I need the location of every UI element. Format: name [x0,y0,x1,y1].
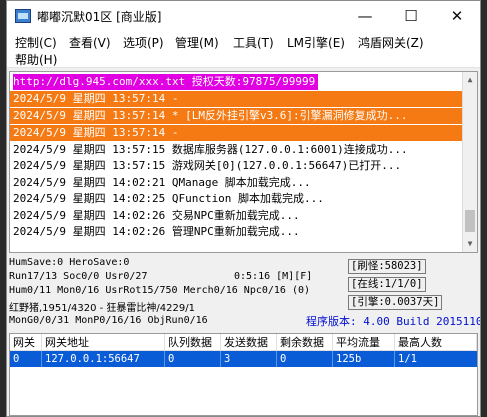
server-window: 嘟嘟沉默01区 [商业版] — ☐ ✕ 控制(C) 查看(V) 选项(P) 管理… [6,0,481,417]
log-line: 2024/5/9 星期四 13:57:15 数据库服务器(127.0.0.1:6… [13,143,408,156]
window-title: 嘟嘟沉默01区 [商业版] [37,10,162,24]
menu-options[interactable]: 选项(P) [123,34,164,51]
minimize-button[interactable]: — [342,1,388,31]
license-header: http://dlg.945.com/xxx.txt 授权天数:97875/99… [13,74,319,90]
scroll-thumb[interactable] [465,210,475,232]
log-line-highlight: 2024/5/9 星期四 13:57:14 - [13,92,179,105]
log-line: 2024/5/9 星期四 14:02:25 QFunction 脚本加载完成..… [13,192,324,205]
menu-view[interactable]: 查看(V) [69,34,111,51]
scroll-down-icon[interactable]: ▼ [463,236,477,252]
table-cell: 125b [333,351,395,367]
menu-manage[interactable]: 管理(M) [175,34,219,51]
menu-gateway[interactable]: 鸿盾网关(Z) [358,34,424,51]
save-status: HumSave:0 HeroSave:0 [9,257,130,268]
column-header[interactable]: 网关 [10,334,42,351]
scroll-up-icon[interactable]: ▲ [463,72,477,88]
menu-control[interactable]: 控制(C) [15,34,57,51]
table-cell: 0 [277,351,333,367]
log-scrollbar[interactable]: ▲ ▼ [462,72,477,252]
log-line: 2024/5/9 星期四 14:02:26 交易NPC重新加载完成... [13,209,300,222]
menu-help[interactable]: 帮助(H) [15,51,57,68]
refresh-counter: [刷怪:58023] [348,259,426,274]
column-header[interactable]: 平均流量 [333,334,395,351]
table-cell: 1/1 [398,353,417,365]
status-panel: HumSave:0 HeroSave:0 Run17/13 Soc0/0 Usr… [9,257,481,331]
uptime: 0:5:16 [M][F] [234,271,313,282]
table-cell: 127.0.0.1:56647 [42,351,165,367]
run-status: Run17/13 Soc0/0 Usr0/27 [9,271,148,282]
column-header[interactable]: 剩余数据 [277,334,333,351]
menu-tools[interactable]: 工具(T) [233,34,274,51]
engine-counter: [引擎:0.0037天] [348,295,443,310]
online-counter: [在线:1/1/0] [348,277,426,292]
table-cell: 3 [221,351,277,367]
table-cell: 0 [165,351,221,367]
column-header[interactable]: 队列数据 [165,334,221,351]
monster-status: 红野猪,1951/4320 - 狂暴雷比神/4229/1 [9,303,195,314]
title-bar[interactable]: 嘟嘟沉默01区 [商业版] — ☐ ✕ [7,1,480,31]
log-line: 2024/5/9 星期四 14:02:21 QManage 脚本加载完成... [13,176,311,189]
menu-bar: 控制(C) 查看(V) 选项(P) 管理(M) 工具(T) LM引擎(E) 鸿盾… [7,31,480,68]
column-header[interactable]: 发送数据 [221,334,277,351]
close-button[interactable]: ✕ [434,1,480,31]
column-header[interactable]: 网关地址 [42,334,165,351]
monster-gen-status: MonG0/0/31 MonP0/16/16 ObjRun0/16 [9,315,208,326]
column-header[interactable]: 最高人数 [395,334,477,351]
maximize-button[interactable]: ☐ [388,1,434,31]
gateway-table[interactable]: 网关 网关地址 队列数据 发送数据 剩余数据 平均流量 最高人数 0 127.0… [9,333,478,416]
log-line-highlight: 2024/5/9 星期四 13:57:14 - [13,126,179,139]
program-version: 程序版本: 4.00 Build 20151104 [306,315,481,328]
log-line-highlight: 2024/5/9 星期四 13:57:14 * [LM反外挂引擎v3.6]:引擎… [13,109,408,122]
log-panel[interactable]: http://dlg.945.com/xxx.txt 授权天数:97875/99… [9,71,478,253]
table-cell: 0 [10,351,42,367]
human-status: Hum0/11 Mon0/16 UsrRot15/750 Merch0/16 N… [9,285,311,296]
table-row[interactable]: 0 127.0.0.1:56647 0 3 0 125b 1/1 [10,351,477,367]
log-line: 2024/5/9 星期四 13:57:15 游戏网关[0](127.0.0.1:… [13,159,402,172]
app-icon [15,9,31,23]
menu-lm-engine[interactable]: LM引擎(E) [287,34,345,51]
log-line: 2024/5/9 星期四 14:02:26 管理NPC重新加载完成... [13,225,300,238]
